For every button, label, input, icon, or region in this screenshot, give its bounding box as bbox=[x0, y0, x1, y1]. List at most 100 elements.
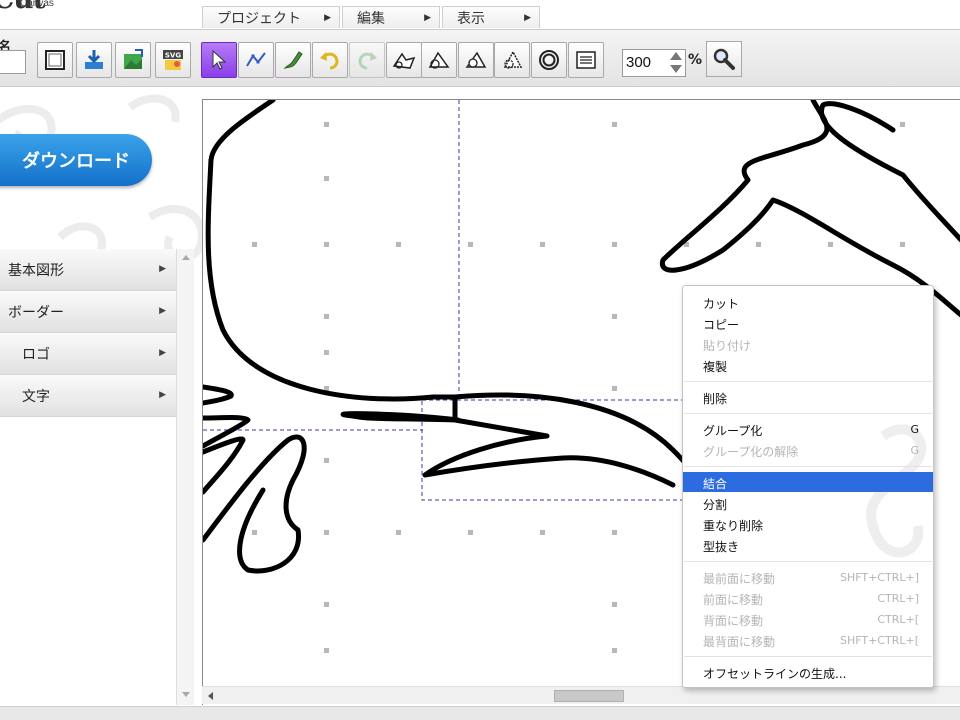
node-edit-button[interactable] bbox=[238, 42, 274, 78]
menu-item-group[interactable]: グループ化 G bbox=[683, 419, 933, 439]
category-text[interactable]: 文字 ▶ bbox=[0, 375, 176, 417]
chevron-right-icon: ▶ bbox=[424, 12, 431, 23]
menu-item-label: 削除 bbox=[703, 392, 728, 406]
menu-item-label: コピー bbox=[703, 318, 740, 332]
selection-outlines bbox=[203, 100, 693, 501]
chevron-right-icon: ▶ bbox=[524, 12, 531, 23]
left-panel: ダウンロード 基本図形 ▶ ボーダー ▶ ロゴ ▶ 文字 ▶ bbox=[0, 87, 202, 707]
shape-subtract-icon bbox=[465, 51, 487, 68]
context-menu: カット コピー 貼り付け 複製 削除 グループ化 G グループ化の解除 G 結合 分… bbox=[682, 285, 934, 688]
download-label: ダウンロード bbox=[22, 151, 130, 172]
menu-separator bbox=[684, 413, 932, 414]
menu-separator bbox=[684, 381, 932, 382]
menu-item-send-backward[interactable]: 背面に移動 CTRL+[ bbox=[683, 609, 933, 629]
menu-item-shortcut: G bbox=[910, 444, 919, 457]
menu-view[interactable]: 表示 ▶ bbox=[442, 6, 540, 28]
category-basic-shapes[interactable]: 基本図形 ▶ bbox=[0, 249, 176, 291]
export-image-button[interactable] bbox=[115, 42, 151, 78]
scroll-up-icon[interactable] bbox=[182, 255, 190, 260]
menu-edit[interactable]: 編集 ▶ bbox=[342, 6, 440, 28]
grid-button[interactable] bbox=[37, 42, 73, 78]
project-name-input[interactable] bbox=[0, 50, 26, 74]
menu-item-combine[interactable]: 結合 bbox=[683, 472, 933, 492]
menu-item-label: グループ化の解除 bbox=[703, 445, 799, 459]
menu-item-split[interactable]: 分割 bbox=[683, 493, 933, 513]
chevron-right-icon: ▶ bbox=[159, 390, 166, 400]
main-menu: プロジェクト ▶ 編集 ▶ 表示 ▶ bbox=[202, 6, 540, 28]
menu-item-copy[interactable]: コピー bbox=[683, 313, 933, 333]
magnifier-icon bbox=[713, 48, 735, 70]
combine-button[interactable] bbox=[386, 42, 422, 78]
menu-item-label: 最背面に移動 bbox=[703, 635, 776, 649]
app-window: Cut Canvas プロジェクト ▶ 編集 ▶ 表示 ▶ 名 bbox=[0, 0, 960, 720]
pen-icon bbox=[283, 51, 303, 69]
app-logo: Cut Canvas bbox=[0, 0, 70, 22]
split-button[interactable] bbox=[421, 42, 457, 78]
menu-item-bring-forward[interactable]: 前面に移動 CTRL+] bbox=[683, 588, 933, 608]
scroll-thumb[interactable] bbox=[554, 690, 624, 702]
menu-item-shortcut: CTRL+[ bbox=[877, 613, 919, 626]
node-edit-icon bbox=[246, 52, 266, 67]
export-svg-button[interactable]: SVG bbox=[155, 42, 191, 78]
svg-badge-text: SVG bbox=[165, 52, 181, 60]
menu-edit-label: 編集 bbox=[357, 10, 385, 27]
chevron-right-icon: ▶ bbox=[159, 306, 166, 316]
category-label: 文字 bbox=[22, 388, 50, 405]
status-bar bbox=[0, 706, 960, 720]
shape-exclude-icon bbox=[503, 50, 523, 69]
offset-line-button[interactable] bbox=[531, 42, 567, 78]
save-button[interactable] bbox=[76, 42, 112, 78]
download-button[interactable]: ダウンロード bbox=[0, 134, 152, 186]
cut-out-button[interactable] bbox=[494, 42, 530, 78]
shape-split-icon bbox=[428, 51, 450, 69]
chevron-down-icon[interactable] bbox=[670, 65, 682, 73]
menu-item-paste[interactable]: 貼り付け bbox=[683, 334, 933, 354]
left-panel-scrollbar[interactable] bbox=[176, 249, 194, 705]
category-borders[interactable]: ボーダー ▶ bbox=[0, 291, 176, 333]
pen-tool-button[interactable] bbox=[275, 42, 311, 78]
chevron-up-icon[interactable] bbox=[670, 52, 682, 60]
menu-separator bbox=[684, 656, 932, 657]
zoom-stepper[interactable] bbox=[668, 50, 686, 76]
menu-separator bbox=[684, 561, 932, 562]
properties-button[interactable] bbox=[568, 42, 604, 78]
menu-item-shortcut: G bbox=[910, 423, 919, 436]
category-label: ロゴ bbox=[22, 346, 50, 363]
menu-item-duplicate[interactable]: 複製 bbox=[683, 355, 933, 375]
download-icon bbox=[85, 50, 103, 69]
category-logos[interactable]: ロゴ ▶ bbox=[0, 333, 176, 375]
select-tool-button[interactable] bbox=[201, 42, 237, 78]
zoom-button[interactable] bbox=[706, 41, 742, 77]
undo-button[interactable] bbox=[312, 42, 348, 78]
menu-item-offset-line[interactable]: オフセットラインの生成... bbox=[683, 662, 933, 682]
menu-project[interactable]: プロジェクト ▶ bbox=[202, 6, 340, 28]
chevron-right-icon: ▶ bbox=[324, 12, 331, 23]
canvas-horizontal-scrollbar[interactable] bbox=[202, 686, 960, 704]
header-bar: Cut Canvas プロジェクト ▶ 編集 ▶ 表示 ▶ bbox=[0, 0, 960, 30]
remove-overlap-button[interactable] bbox=[458, 42, 494, 78]
menu-item-label: 複製 bbox=[703, 360, 728, 374]
menu-view-label: 表示 bbox=[457, 10, 485, 27]
logo-subtext: Canvas bbox=[20, 0, 54, 9]
grid-icon bbox=[45, 50, 65, 70]
menu-item-shortcut: SHFT+CTRL+[ bbox=[839, 634, 919, 647]
menu-item-remove-overlap[interactable]: 重なり削除 bbox=[683, 514, 933, 534]
scroll-down-icon[interactable] bbox=[182, 692, 190, 697]
shape-union-icon bbox=[392, 52, 416, 69]
menu-item-cut-out[interactable]: 型抜き bbox=[683, 535, 933, 555]
menu-item-bring-to-front[interactable]: 最前面に移動 SHFT+CTRL+] bbox=[683, 567, 933, 587]
menu-item-ungroup[interactable]: グループ化の解除 G bbox=[683, 440, 933, 460]
menu-item-cut[interactable]: カット bbox=[683, 292, 933, 312]
menu-item-label: 分割 bbox=[703, 498, 728, 512]
chevron-right-icon: ▶ bbox=[159, 264, 166, 274]
menu-item-shortcut: SHFT+CTRL+] bbox=[839, 571, 919, 584]
menu-item-send-to-back[interactable]: 最背面に移動 SHFT+CTRL+[ bbox=[683, 630, 933, 650]
menu-item-label: 貼り付け bbox=[703, 339, 752, 353]
undo-icon bbox=[320, 52, 339, 70]
menu-separator bbox=[684, 466, 932, 467]
scroll-left-icon[interactable] bbox=[208, 692, 213, 700]
redo-button[interactable] bbox=[349, 42, 385, 78]
chevron-right-icon: ▶ bbox=[159, 348, 166, 358]
menu-item-delete[interactable]: 削除 bbox=[683, 387, 933, 407]
menu-item-label: カット bbox=[703, 297, 740, 311]
